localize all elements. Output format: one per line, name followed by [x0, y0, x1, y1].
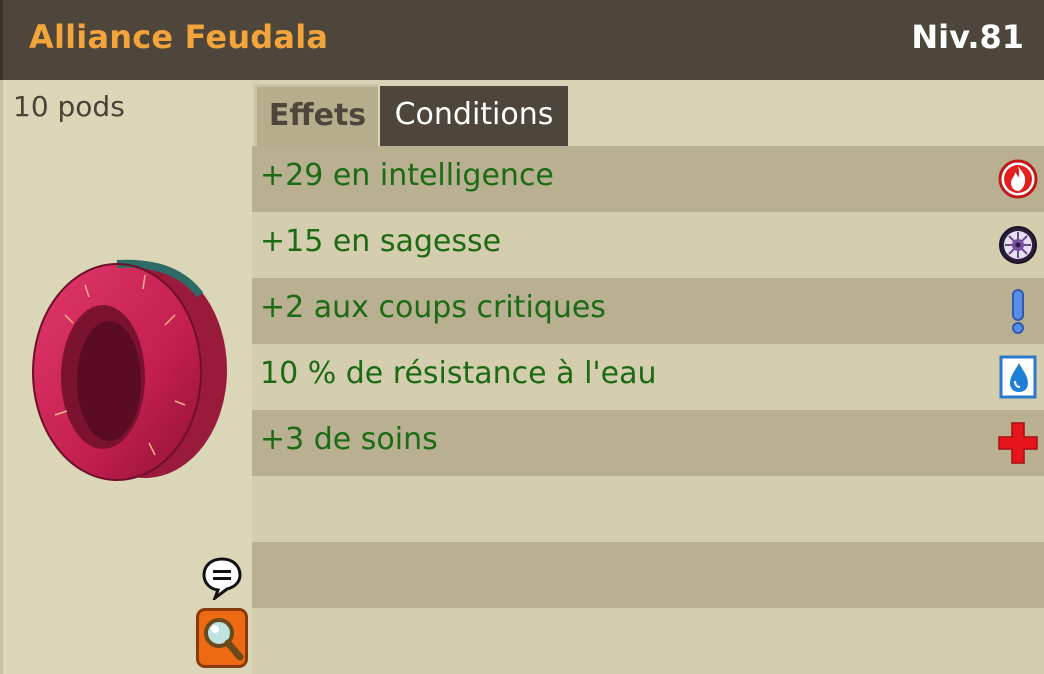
wisdom-eye-icon: [999, 226, 1037, 264]
effect-text: +29 en intelligence: [260, 158, 554, 193]
item-title-bar: Alliance Feudala Niv.81: [0, 0, 1044, 80]
effect-text: +15 en sagesse: [260, 224, 502, 259]
heal-cross-icon: [998, 422, 1038, 464]
effect-row: +3 de soins: [252, 410, 1044, 476]
effect-text: +2 aux coups critiques: [260, 290, 606, 325]
effects-list: +29 en intelligence +15 en sagesse +2 au…: [252, 146, 1044, 674]
fire-intelligence-icon: [998, 159, 1038, 199]
water-drop-icon: [999, 355, 1037, 399]
item-tabs: Effets Conditions: [252, 80, 1044, 146]
effect-row: 10 % de résistance à l'eau: [252, 344, 1044, 410]
tab-effets[interactable]: Effets: [254, 84, 378, 146]
empty-row: [252, 608, 1044, 674]
item-image-panel: 10 pods: [0, 80, 252, 674]
critical-exclamation-icon: [1012, 289, 1024, 334]
item-name: Alliance Feudala: [29, 18, 329, 56]
effect-text: 10 % de résistance à l'eau: [260, 356, 657, 391]
empty-row: [252, 476, 1044, 542]
effect-text: +3 de soins: [260, 422, 438, 457]
chat-link-icon[interactable]: [201, 556, 243, 600]
item-weight: 10 pods: [13, 90, 125, 123]
magnifier-icon: [204, 618, 244, 661]
inspect-magnifier-button[interactable]: [196, 608, 248, 668]
empty-row: [252, 542, 1044, 608]
ring-item-image: [32, 259, 227, 481]
tab-conditions[interactable]: Conditions: [380, 86, 568, 146]
effect-row: +15 en sagesse: [252, 212, 1044, 278]
effect-row: +29 en intelligence: [252, 146, 1044, 212]
item-level: Niv.81: [911, 18, 1024, 56]
effect-row: +2 aux coups critiques: [252, 278, 1044, 344]
